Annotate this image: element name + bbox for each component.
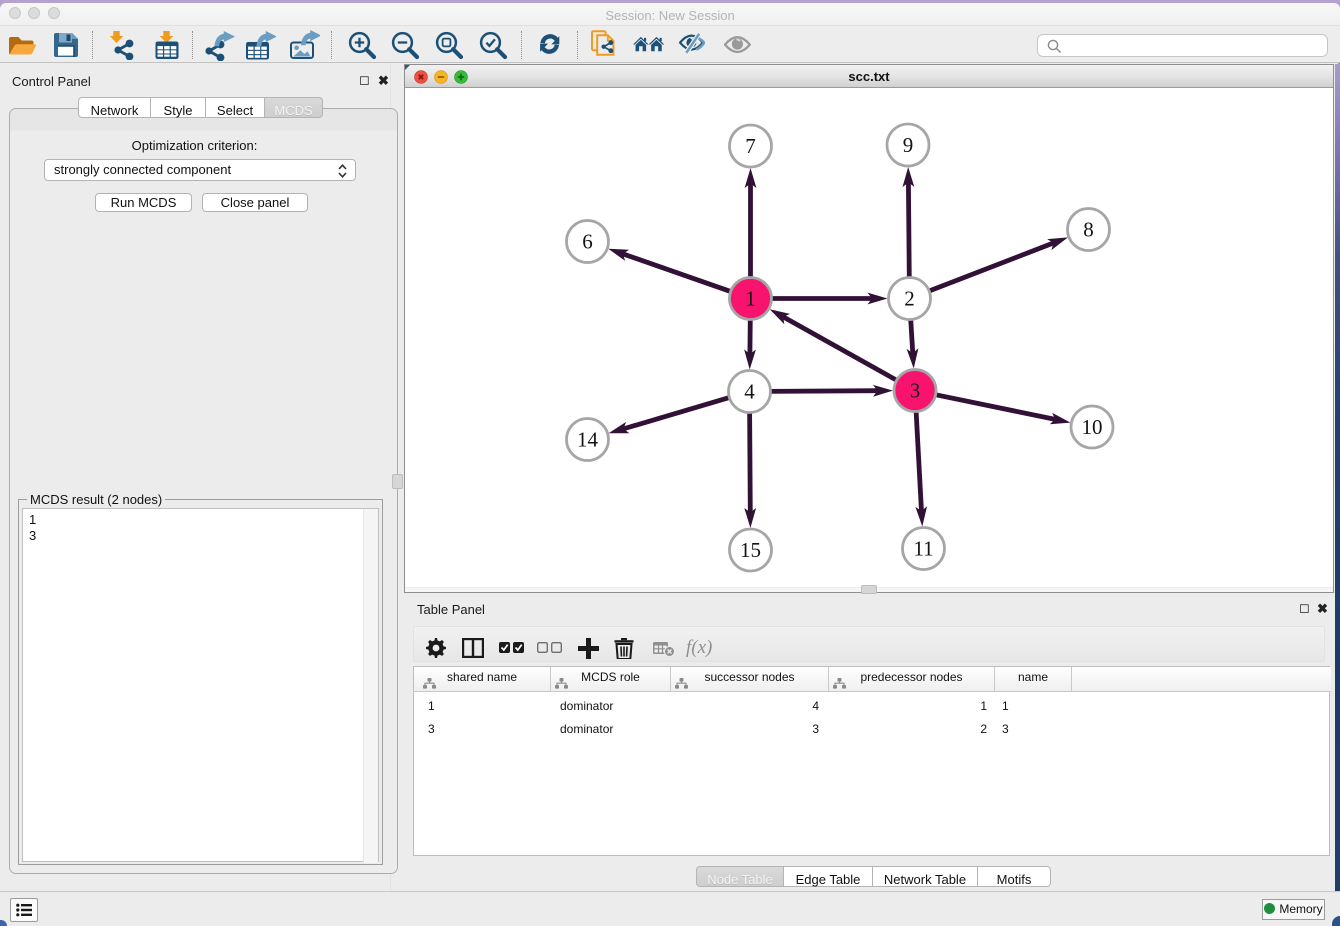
svg-text:4: 4 xyxy=(744,380,755,404)
svg-text:f(x): f(x) xyxy=(686,638,712,658)
svg-text:9: 9 xyxy=(903,133,914,157)
svg-text:15: 15 xyxy=(740,538,761,562)
svg-text:1: 1 xyxy=(745,287,756,311)
svg-text:2: 2 xyxy=(904,287,915,311)
svg-text:8: 8 xyxy=(1083,218,1094,242)
svg-text:10: 10 xyxy=(1082,415,1103,439)
svg-text:7: 7 xyxy=(745,134,756,158)
svg-text:3: 3 xyxy=(910,379,921,403)
svg-text:11: 11 xyxy=(913,537,933,561)
svg-text:6: 6 xyxy=(582,230,593,254)
svg-text:14: 14 xyxy=(577,428,599,452)
